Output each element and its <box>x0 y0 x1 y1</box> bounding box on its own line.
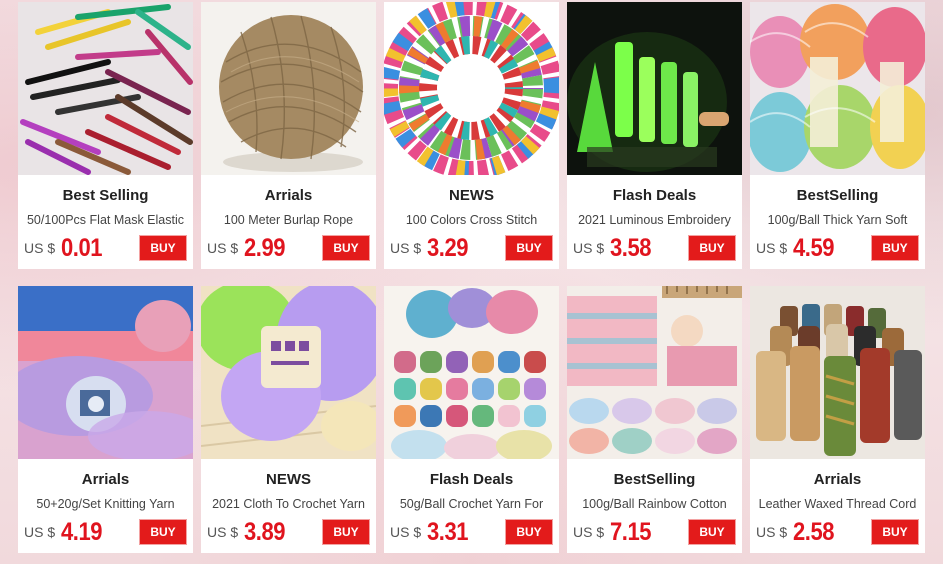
elastic-bands-image[interactable] <box>18 2 193 175</box>
currency-label: US $ <box>207 240 239 256</box>
price-row: US $ 3.58 BUY <box>573 233 736 262</box>
product-badge: Best Selling <box>62 187 149 204</box>
price-row: US $ 2.99 BUY <box>207 233 370 262</box>
buy-button[interactable]: BUY <box>505 235 553 261</box>
embroidery-thread-wheel-image[interactable] <box>384 2 559 175</box>
currency-label: US $ <box>573 524 605 540</box>
product-title[interactable]: 2021 Luminous Embroidery <box>567 212 742 228</box>
product-card[interactable]: Best Selling 50/100Pcs Flat Mask Elastic… <box>18 2 193 269</box>
product-title[interactable]: 100g/Ball Rainbow Cotton <box>567 496 742 512</box>
product-price: 3.58 <box>610 233 652 262</box>
product-card[interactable]: Arrials Leather Waxed Thread Cord US $ 2… <box>750 286 925 553</box>
product-card[interactable]: Flash Deals 2021 Luminous Embroidery US … <box>567 2 742 269</box>
product-title[interactable]: Leather Waxed Thread Cord <box>750 496 925 512</box>
buy-button[interactable]: BUY <box>322 235 370 261</box>
product-badge: BestSelling <box>796 187 879 204</box>
price-row: US $ 7.15 BUY <box>573 517 736 546</box>
price-row: US $ 3.89 BUY <box>207 517 370 546</box>
currency-label: US $ <box>207 524 239 540</box>
product-card[interactable]: BestSelling 100g/Ball Rainbow Cotton US … <box>567 286 742 553</box>
product-title[interactable]: 100 Colors Cross Stitch <box>384 212 559 228</box>
jute-twine-ball-image[interactable] <box>201 2 376 175</box>
product-card[interactable]: NEWS 100 Colors Cross Stitch US $ 3.29 B… <box>384 2 559 269</box>
product-badge: Arrials <box>81 471 130 488</box>
product-badge: Arrials <box>813 471 862 488</box>
purple-yarn-balls-image[interactable] <box>201 286 376 459</box>
buy-button[interactable]: BUY <box>139 519 187 545</box>
glowing-thread-spools-image[interactable] <box>567 2 742 175</box>
product-price: 4.19 <box>61 517 103 546</box>
product-title[interactable]: 100g/Ball Thick Yarn Soft <box>750 212 925 228</box>
product-badge: Flash Deals <box>429 471 514 488</box>
price-row: US $ 3.31 BUY <box>390 517 553 546</box>
waxed-thread-spools-image[interactable] <box>750 286 925 459</box>
product-title[interactable]: 100 Meter Burlap Rope <box>201 212 376 228</box>
price-row: US $ 4.19 BUY <box>24 517 187 546</box>
product-badge: Arrials <box>264 187 313 204</box>
currency-label: US $ <box>24 240 56 256</box>
mohair-yarn-image[interactable] <box>18 286 193 459</box>
milk-cotton-yarn-image[interactable] <box>384 286 559 459</box>
product-badge: Flash Deals <box>612 187 697 204</box>
buy-button[interactable]: BUY <box>688 519 736 545</box>
currency-label: US $ <box>756 240 788 256</box>
product-title[interactable]: 2021 Cloth To Crochet Yarn <box>201 496 376 512</box>
buy-button[interactable]: BUY <box>871 235 919 261</box>
product-title[interactable]: 50g/Ball Crochet Yarn For <box>384 496 559 512</box>
yarn-balls-image[interactable] <box>750 2 925 175</box>
product-card[interactable]: Flash Deals 50g/Ball Crochet Yarn For US… <box>384 286 559 553</box>
price-row: US $ 3.29 BUY <box>390 233 553 262</box>
currency-label: US $ <box>573 240 605 256</box>
product-price: 4.59 <box>793 233 835 262</box>
product-title[interactable]: 50/100Pcs Flat Mask Elastic <box>18 212 193 228</box>
product-badge: NEWS <box>266 471 311 488</box>
buy-button[interactable]: BUY <box>322 519 370 545</box>
product-price: 2.58 <box>793 517 835 546</box>
product-price: 0.01 <box>61 233 103 262</box>
buy-button[interactable]: BUY <box>139 235 187 261</box>
product-card[interactable]: Arrials 100 Meter Burlap Rope US $ 2.99 … <box>201 2 376 269</box>
product-card[interactable]: NEWS 2021 Cloth To Crochet Yarn US $ 3.8… <box>201 286 376 553</box>
product-card[interactable]: BestSelling 100g/Ball Thick Yarn Soft US… <box>750 2 925 269</box>
price-row: US $ 0.01 BUY <box>24 233 187 262</box>
currency-label: US $ <box>756 524 788 540</box>
product-price: 2.99 <box>244 233 286 262</box>
buy-button[interactable]: BUY <box>871 519 919 545</box>
product-price: 3.31 <box>427 517 469 546</box>
product-grid: Best Selling 50/100Pcs Flat Mask Elastic… <box>18 2 925 553</box>
product-badge: NEWS <box>449 187 494 204</box>
product-price: 3.89 <box>244 517 286 546</box>
buy-button[interactable]: BUY <box>688 235 736 261</box>
currency-label: US $ <box>390 240 422 256</box>
price-row: US $ 4.59 BUY <box>756 233 919 262</box>
product-price: 7.15 <box>610 517 652 546</box>
product-badge: BestSelling <box>613 471 696 488</box>
currency-label: US $ <box>24 524 56 540</box>
product-title[interactable]: 50+20g/Set Knitting Yarn <box>18 496 193 512</box>
currency-label: US $ <box>390 524 422 540</box>
buy-button[interactable]: BUY <box>505 519 553 545</box>
rainbow-cotton-yarn-image[interactable] <box>567 286 742 459</box>
product-price: 3.29 <box>427 233 469 262</box>
price-row: US $ 2.58 BUY <box>756 517 919 546</box>
product-card[interactable]: Arrials 50+20g/Set Knitting Yarn US $ 4.… <box>18 286 193 553</box>
